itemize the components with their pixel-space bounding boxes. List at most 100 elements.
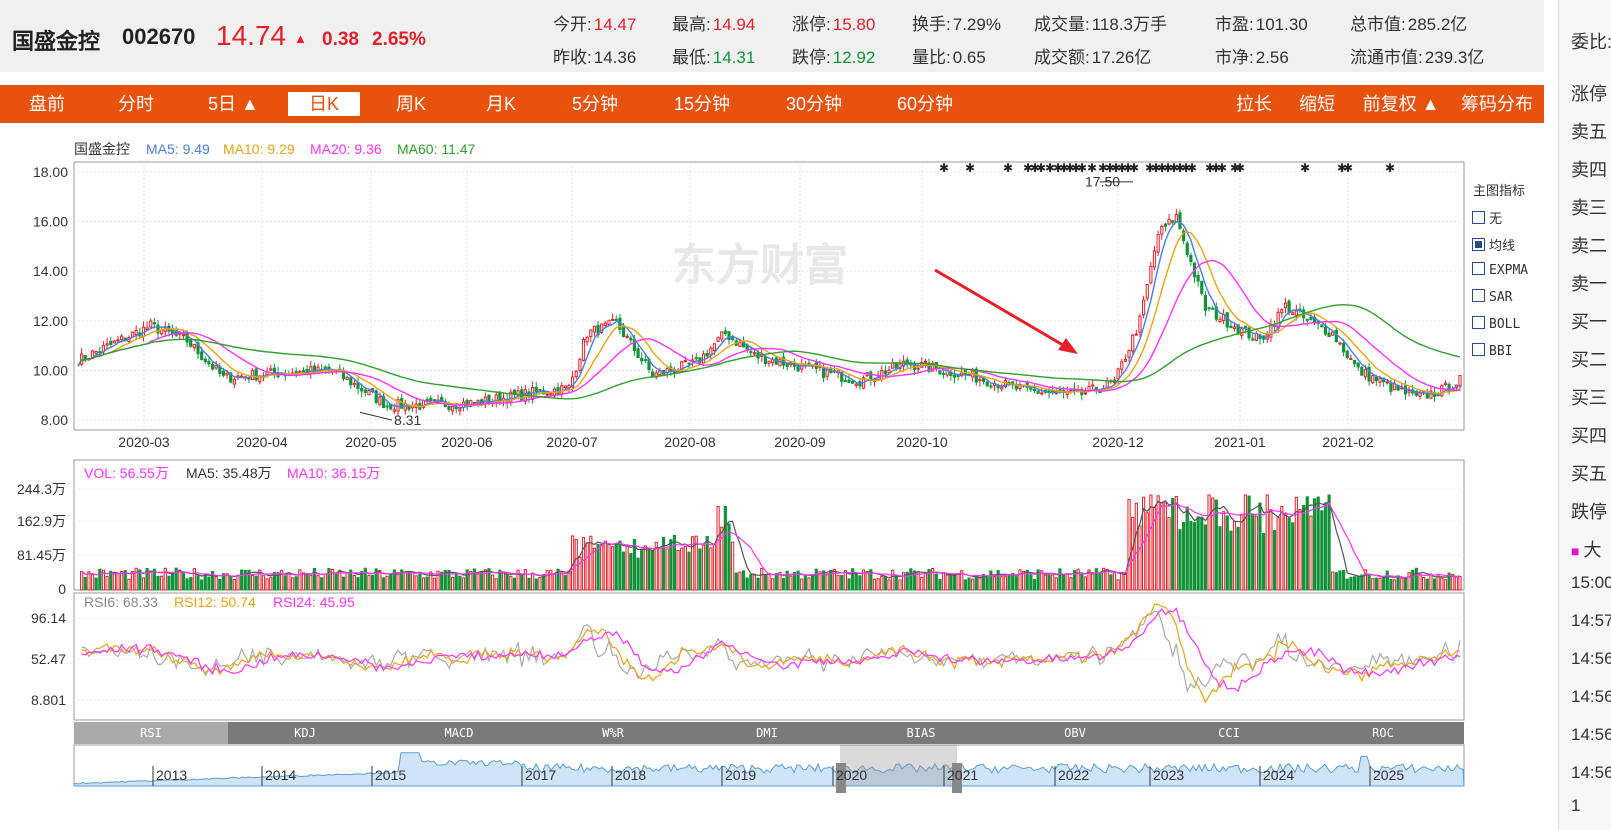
candle: [581, 338, 586, 361]
candle: [1203, 295, 1208, 311]
indicator-option[interactable]: SAR: [1472, 289, 1512, 305]
checkbox-icon[interactable]: [1472, 316, 1485, 329]
tab-period[interactable]: 月K: [480, 85, 522, 123]
volume-bar: [789, 575, 793, 591]
quote-item: 成交量: 118.3万手: [1034, 10, 1167, 35]
candle: [560, 385, 564, 396]
volume-bar: [1043, 574, 1047, 591]
volume-bar: [1403, 577, 1408, 591]
navigator-year-label: 2024: [1263, 767, 1294, 783]
y-tick-label: 14.00: [33, 263, 68, 279]
volume-bar: [232, 579, 236, 591]
volume-bar: [1385, 570, 1389, 591]
volume-bar: [811, 573, 815, 591]
tab-action[interactable]: 前复权 ▲: [1361, 85, 1441, 123]
volume-bar: [1127, 499, 1131, 591]
tab-period[interactable]: 分时: [115, 85, 157, 123]
checkbox-icon[interactable]: [1472, 211, 1485, 224]
checkbox-icon[interactable]: [1472, 238, 1485, 251]
indicator-tab[interactable]: MACD: [382, 722, 536, 744]
candle: [1196, 275, 1200, 282]
candle: [1323, 326, 1328, 335]
tab-period[interactable]: 5分钟: [565, 85, 625, 123]
x-tick-label: 2020-09: [774, 434, 826, 450]
volume-bar: [956, 573, 960, 591]
candle: [785, 362, 789, 367]
candle: [723, 330, 727, 334]
volume-bar: [301, 572, 306, 591]
indicator-tab[interactable]: DMI: [690, 722, 844, 744]
checkbox-icon[interactable]: [1472, 343, 1485, 356]
indicator-option[interactable]: BOLL: [1472, 316, 1520, 332]
x-tick-label: 2020-05: [345, 434, 397, 450]
checkbox-icon[interactable]: [1472, 262, 1485, 275]
volume-bar: [1342, 569, 1346, 591]
candle: [1145, 284, 1149, 299]
volume-bar: [512, 577, 517, 591]
volume-legend-item: MA5: 35.48万: [186, 465, 272, 481]
volume-bar: [450, 576, 455, 591]
order-book-row: 14:56: [1571, 725, 1611, 744]
indicator-tab[interactable]: OBV: [998, 722, 1152, 744]
tab-period[interactable]: 60分钟: [889, 85, 961, 123]
tab-action[interactable]: 拉长: [1233, 85, 1275, 123]
candle: [1138, 315, 1142, 333]
indicator-tab[interactable]: W%R: [536, 722, 690, 744]
candle: [1294, 310, 1298, 316]
tab-period[interactable]: 30分钟: [778, 85, 850, 123]
tab-period[interactable]: 周K: [390, 85, 432, 123]
signal-star-icon: ✱: [1300, 161, 1310, 175]
volume-bar: [120, 570, 124, 591]
navigator-year-label: 2013: [156, 767, 187, 783]
volume-bar: [607, 543, 611, 591]
x-tick-label: 2020-07: [546, 434, 598, 450]
tab-action[interactable]: 筹码分布: [1455, 85, 1539, 123]
candle: [1083, 392, 1088, 395]
volume-bar: [989, 570, 993, 591]
indicator-tab[interactable]: KDJ: [228, 722, 382, 744]
volume-bar: [1429, 573, 1433, 591]
candle: [1360, 366, 1364, 376]
volume-bar: [494, 578, 498, 591]
indicator-tab[interactable]: RSI: [74, 722, 228, 744]
indicator-option[interactable]: 无: [1472, 208, 1502, 227]
candle: [1207, 307, 1211, 310]
stock-price: 14.74: [216, 20, 287, 51]
indicator-option[interactable]: 均线: [1472, 235, 1515, 254]
checkbox-icon[interactable]: [1472, 289, 1485, 302]
volume-bar: [476, 573, 480, 591]
x-tick-label: 2020-04: [236, 434, 288, 450]
candle: [458, 408, 462, 412]
quote-label: 市盈:: [1215, 15, 1254, 34]
candle: [1371, 375, 1375, 384]
candle: [923, 360, 927, 363]
volume-bar: [934, 573, 938, 591]
tab-period[interactable]: 5日 ▲: [208, 85, 259, 123]
volume-bar: [738, 571, 742, 591]
indicator-tab[interactable]: ROC: [1306, 722, 1460, 744]
candle: [1342, 343, 1346, 353]
indicator-tab[interactable]: CCI: [1152, 722, 1306, 744]
indicator-tab[interactable]: BIAS: [844, 722, 998, 744]
tab-action[interactable]: 缩短: [1296, 85, 1338, 123]
candle: [1218, 318, 1222, 323]
navigator-year-label: 2018: [615, 767, 646, 783]
volume-bar: [203, 573, 207, 591]
signal-star-icon: ✱: [1087, 161, 1097, 175]
tab-period[interactable]: 盘前: [26, 85, 68, 123]
volume-bar: [992, 576, 997, 591]
volume-bar: [265, 578, 269, 591]
tab-period[interactable]: 日K: [288, 92, 360, 116]
volume-bar: [1091, 573, 1095, 591]
candle: [352, 382, 356, 386]
indicator-option[interactable]: EXPMA: [1472, 262, 1528, 278]
volume-bar: [803, 575, 807, 591]
legend-item: 国盛金控: [74, 141, 130, 157]
rsi-legend-item: RSI24: 45.95: [273, 594, 355, 610]
tab-period[interactable]: 15分钟: [666, 85, 738, 123]
candle: [349, 377, 353, 386]
indicator-option[interactable]: BBI: [1472, 343, 1512, 359]
volume-bar: [491, 574, 495, 591]
legend-item: MA60: 11.47: [397, 141, 476, 157]
volume-bar: [414, 575, 418, 591]
